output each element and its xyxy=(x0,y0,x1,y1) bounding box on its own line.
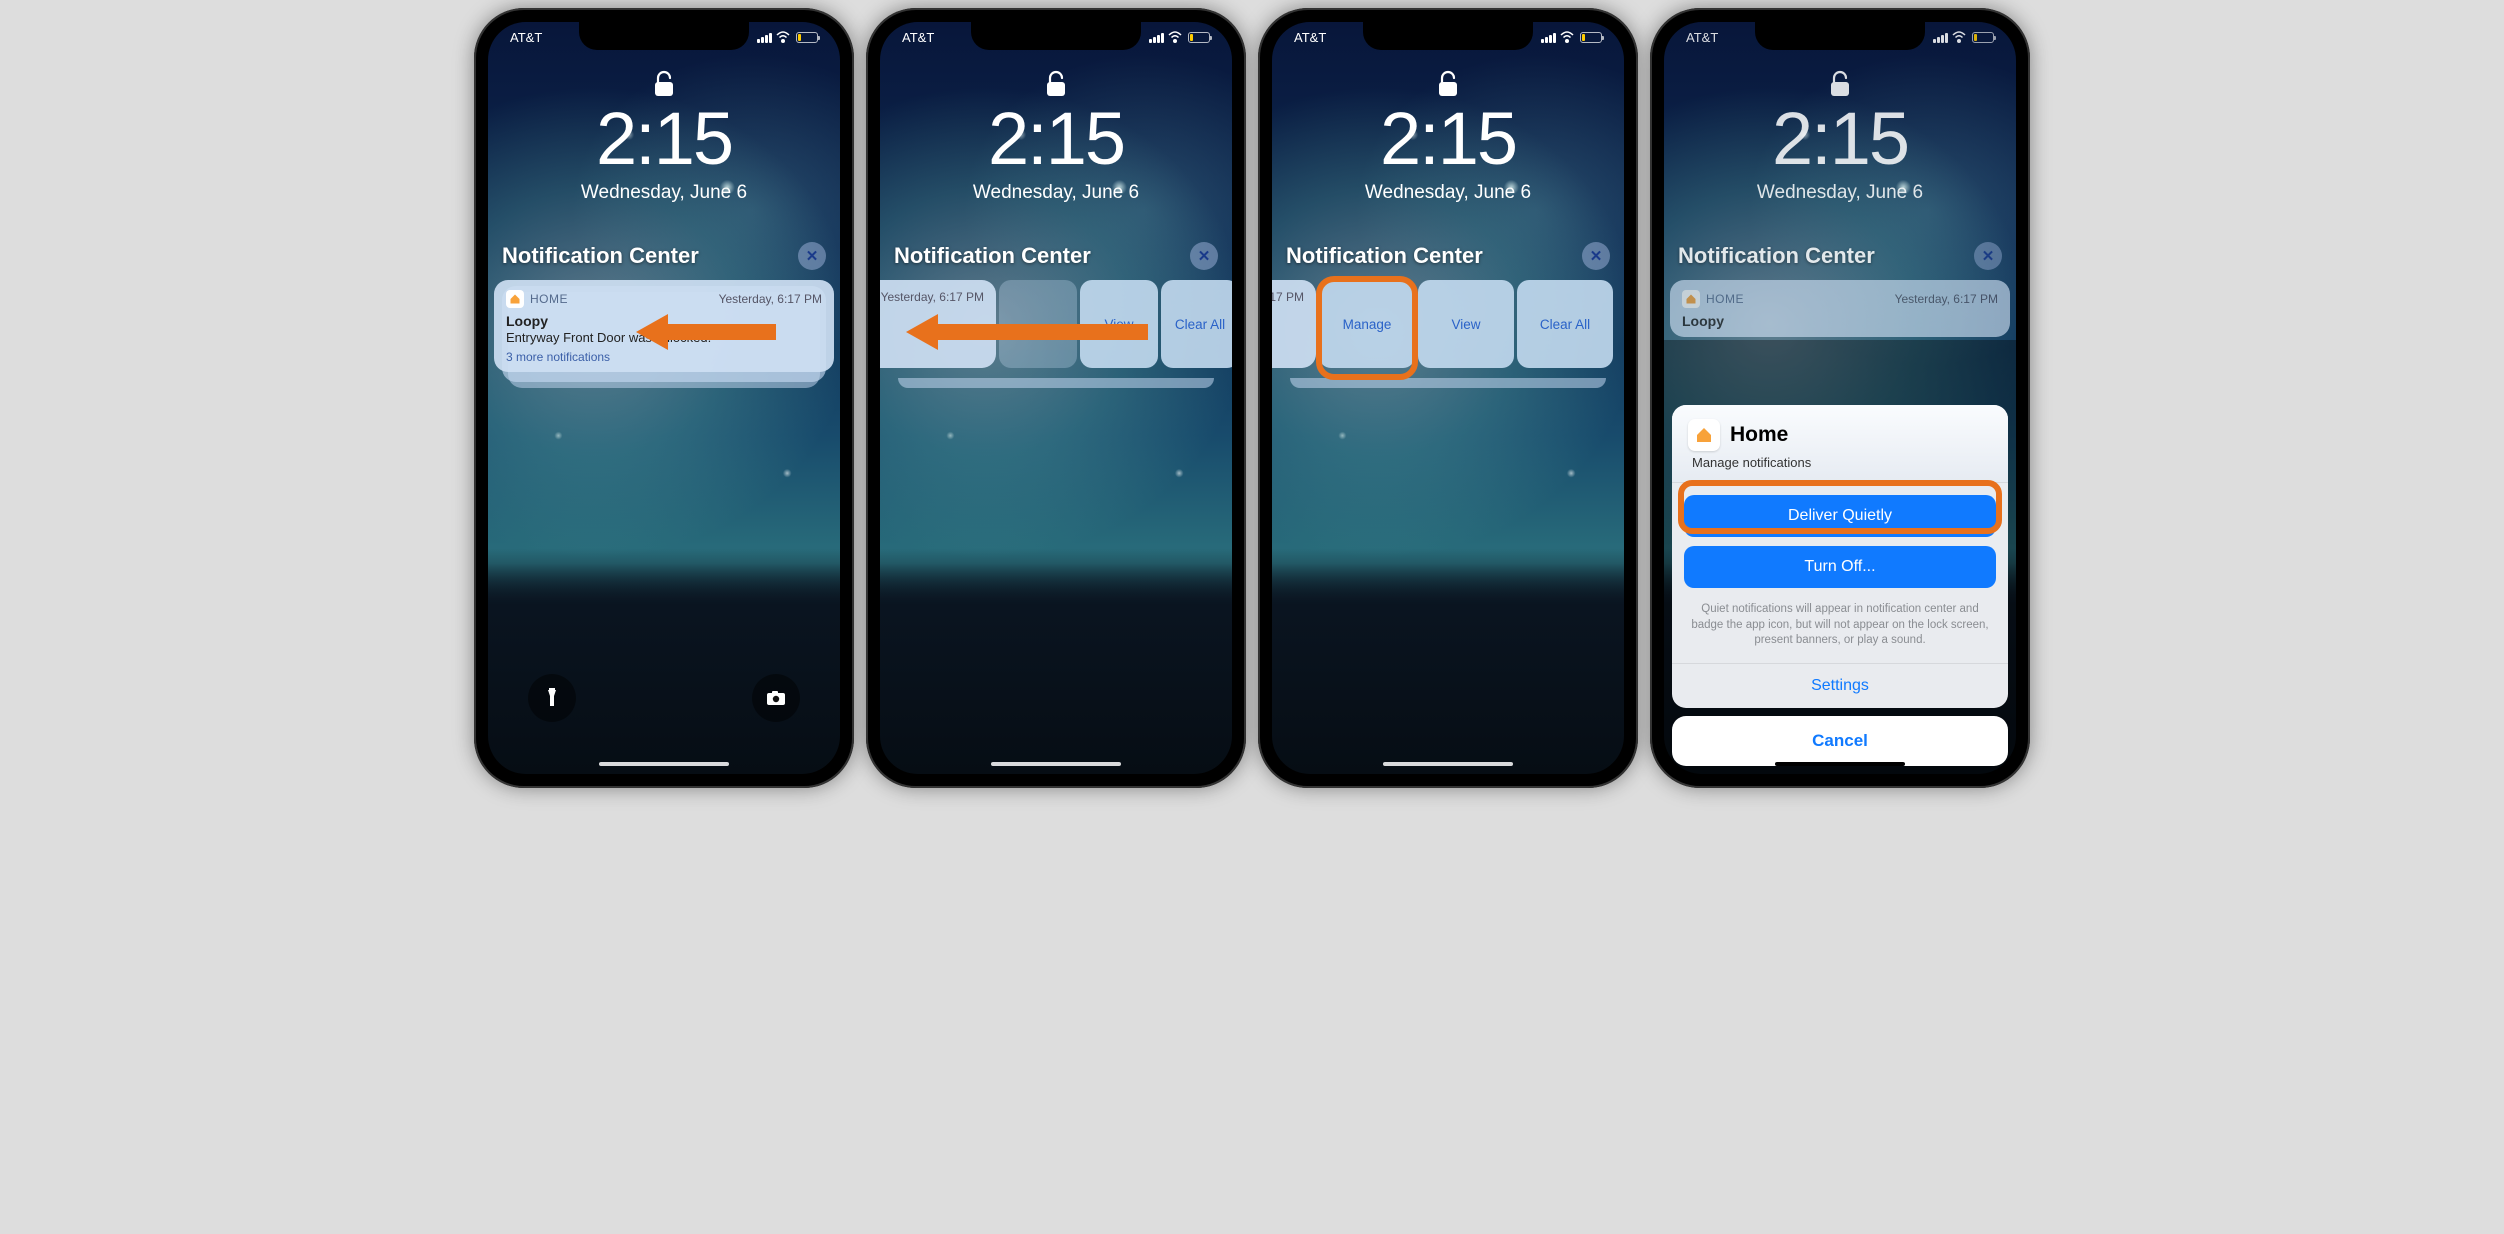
phone-4: AT&T 2:15 Wednesday, June 6 Notification… xyxy=(1650,8,2030,788)
nc-close-button[interactable]: ✕ xyxy=(1974,242,2002,270)
home-indicator[interactable] xyxy=(1383,762,1513,766)
sheet-subtitle: Manage notifications xyxy=(1688,455,1992,470)
carrier-label: AT&T xyxy=(902,30,934,45)
close-icon: ✕ xyxy=(1982,247,1995,265)
camera-button[interactable] xyxy=(752,674,800,722)
notch xyxy=(1363,22,1533,50)
nc-header: Notification Center ✕ xyxy=(894,242,1218,270)
clock: 2:15 xyxy=(488,96,840,181)
bottom-controls xyxy=(488,674,840,722)
notch xyxy=(1755,22,1925,50)
notch xyxy=(971,22,1141,50)
nc-header: Notification Center ✕ xyxy=(1286,242,1610,270)
signal-icon xyxy=(757,33,772,43)
nc-header: Notification Center ✕ xyxy=(502,242,826,270)
settings-button[interactable]: Settings xyxy=(1672,663,2008,708)
lockscreen: AT&T 2:15 Wednesday, June 6 Notification… xyxy=(880,22,1232,774)
sheet-header: Home Manage notifications xyxy=(1672,405,2008,482)
turn-off-button[interactable]: Turn Off... xyxy=(1684,546,1996,588)
action-clear-all[interactable]: Clear All xyxy=(1517,280,1613,368)
carrier-label: AT&T xyxy=(1686,30,1718,45)
home-indicator[interactable] xyxy=(599,762,729,766)
lockscreen: AT&T 2:15 Wednesday, June 6 Notification… xyxy=(488,22,840,774)
wifi-icon xyxy=(1952,32,1966,43)
status-right xyxy=(1541,30,1602,45)
clock: 2:15 xyxy=(1664,96,2016,181)
home-indicator[interactable] xyxy=(1775,762,1905,766)
nc-title: Notification Center xyxy=(1678,243,1875,269)
cancel-button[interactable]: Cancel xyxy=(1672,716,2008,766)
arrow-left-icon xyxy=(906,314,938,350)
home-app-icon xyxy=(506,290,524,308)
home-app-icon xyxy=(1688,419,1720,451)
action-manage[interactable]: Manage xyxy=(1319,280,1415,368)
notif-more: 3 more notifications xyxy=(506,350,822,364)
sheet-main: Home Manage notifications Deliver Quietl… xyxy=(1672,405,2008,708)
nc-header: Notification Center ✕ xyxy=(1678,242,2002,270)
action-view[interactable]: View xyxy=(1418,280,1514,368)
lockscreen: AT&T 2:15 Wednesday, June 6 Notification… xyxy=(1272,22,1624,774)
nc-title: Notification Center xyxy=(894,243,1091,269)
close-icon: ✕ xyxy=(1198,247,1211,265)
date: Wednesday, June 6 xyxy=(1664,182,2016,204)
notif-swipe-row[interactable]: 17 PM Manage View Clear All xyxy=(1272,280,1618,368)
wifi-icon xyxy=(776,32,790,43)
status-right xyxy=(1933,30,1994,45)
nc-title: Notification Center xyxy=(502,243,699,269)
phone-1: AT&T 2:15 Wednesday, June 6 Notification… xyxy=(474,8,854,788)
lockscreen: AT&T 2:15 Wednesday, June 6 Notification… xyxy=(1664,22,2016,774)
battery-icon xyxy=(796,32,818,43)
notification-stack-bg: HOME Yesterday, 6:17 PM Loopy xyxy=(1670,280,2010,337)
signal-icon xyxy=(1541,33,1556,43)
status-right xyxy=(1149,30,1210,45)
flashlight-button[interactable] xyxy=(528,674,576,722)
wifi-icon xyxy=(1560,32,1574,43)
close-icon: ✕ xyxy=(806,247,819,265)
arrow-left-icon xyxy=(636,314,668,350)
home-indicator[interactable] xyxy=(991,762,1121,766)
phone-3: AT&T 2:15 Wednesday, June 6 Notification… xyxy=(1258,8,1638,788)
battery-icon xyxy=(1972,32,1994,43)
clock: 2:15 xyxy=(880,96,1232,181)
notification-card-partial[interactable]: 17 PM xyxy=(1272,280,1316,368)
nc-close-button[interactable]: ✕ xyxy=(798,242,826,270)
close-icon: ✕ xyxy=(1590,247,1603,265)
swipe-arrow-overlay xyxy=(636,314,776,350)
carrier-label: AT&T xyxy=(1294,30,1326,45)
battery-icon xyxy=(1188,32,1210,43)
status-right xyxy=(757,30,818,45)
signal-icon xyxy=(1149,33,1164,43)
date: Wednesday, June 6 xyxy=(880,182,1232,204)
notif-app: HOME xyxy=(506,290,568,308)
date: Wednesday, June 6 xyxy=(1272,182,1624,204)
nc-close-button[interactable]: ✕ xyxy=(1582,242,1610,270)
action-clear-all[interactable]: Clear All xyxy=(1161,280,1232,368)
manage-sheet: Home Manage notifications Deliver Quietl… xyxy=(1672,405,2008,766)
carrier-label: AT&T xyxy=(510,30,542,45)
notif-app-label: HOME xyxy=(530,292,568,306)
battery-icon xyxy=(1580,32,1602,43)
notch xyxy=(579,22,749,50)
stack-shadow xyxy=(1290,378,1606,388)
wifi-icon xyxy=(1168,32,1182,43)
notif-time: Yesterday, 6:17 PM xyxy=(719,292,822,306)
swipe-arrow-overlay xyxy=(906,314,1148,350)
signal-icon xyxy=(1933,33,1948,43)
phone-2: AT&T 2:15 Wednesday, June 6 Notification… xyxy=(866,8,1246,788)
stack-shadow xyxy=(898,378,1214,388)
clock: 2:15 xyxy=(1272,96,1624,181)
nc-title: Notification Center xyxy=(1286,243,1483,269)
home-app-icon xyxy=(1682,290,1700,308)
notification-card-bg: HOME Yesterday, 6:17 PM Loopy xyxy=(1670,280,2010,337)
deliver-quietly-button[interactable]: Deliver Quietly xyxy=(1684,495,1996,537)
nc-close-button[interactable]: ✕ xyxy=(1190,242,1218,270)
sheet-app-title: Home xyxy=(1730,423,1788,447)
sheet-note: Quiet notifications will appear in notif… xyxy=(1672,598,2008,663)
notif-time-tail: 17 PM xyxy=(1272,290,1304,304)
date: Wednesday, June 6 xyxy=(488,182,840,204)
notif-time: Yesterday, 6:17 PM xyxy=(881,290,984,304)
